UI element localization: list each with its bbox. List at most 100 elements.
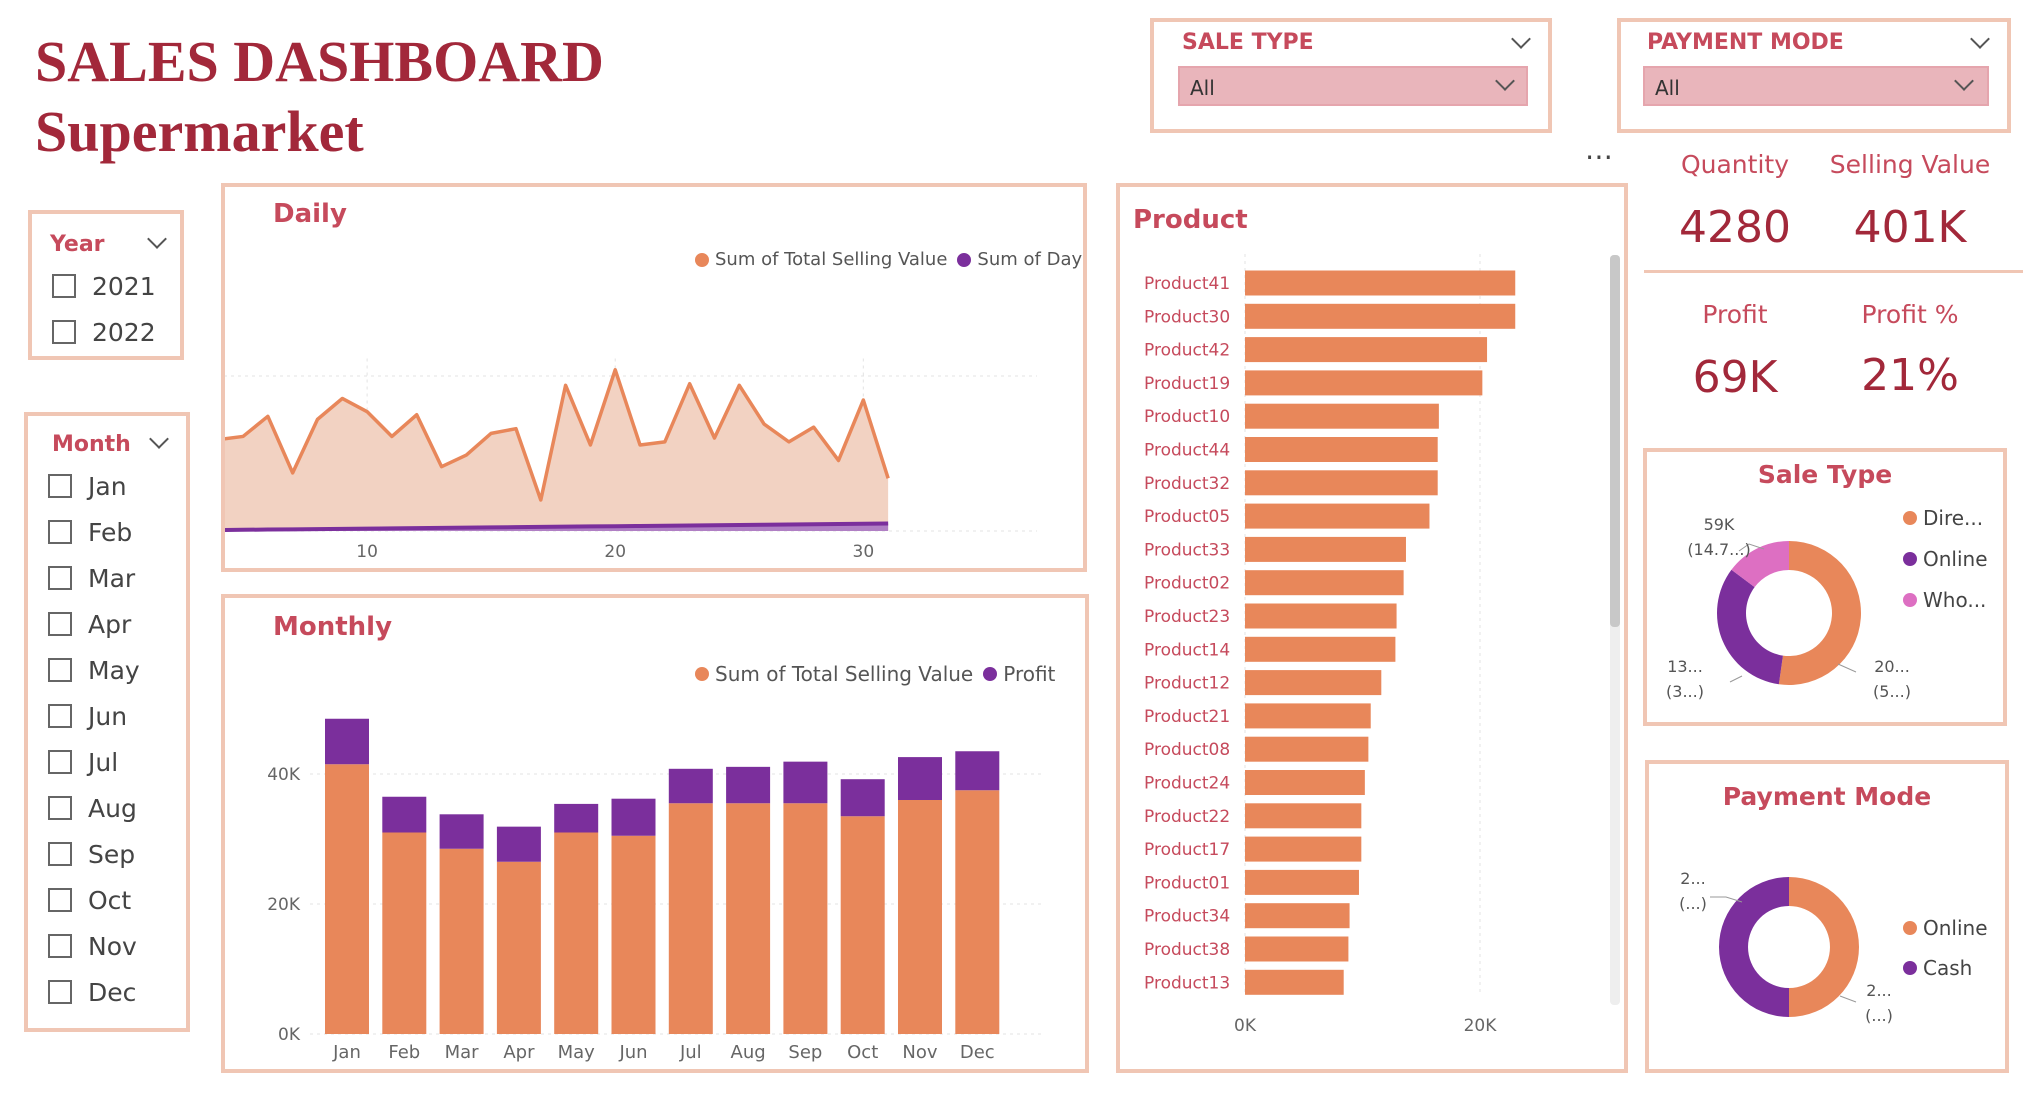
- month-option[interactable]: Mar: [48, 558, 135, 598]
- product-bar: [1245, 903, 1350, 929]
- y-tick-label: Product21: [1144, 707, 1230, 727]
- checkbox[interactable]: [48, 934, 72, 958]
- month-option[interactable]: Sep: [48, 834, 135, 874]
- x-tick-label: Mar: [445, 1042, 480, 1063]
- checkbox[interactable]: [48, 474, 72, 498]
- kpi-panel: Quantity 4280 Selling Value 401K Profit …: [1640, 140, 2023, 440]
- checkbox[interactable]: [52, 274, 76, 298]
- bar-selling-value: [668, 803, 713, 1034]
- leader-line: [1729, 675, 1743, 683]
- y-tick-label: 20K: [267, 895, 301, 915]
- product-bar: [1245, 936, 1349, 962]
- product-bar: [1245, 770, 1365, 795]
- bar-profit: [611, 798, 656, 836]
- y-tick-label: Product33: [1144, 540, 1230, 560]
- y-tick-label: 0K: [278, 1025, 301, 1045]
- x-tick-label: 20K: [1464, 1016, 1498, 1036]
- monthly-chart-panel: Monthly Sum of Total Selling Value Profi…: [221, 594, 1089, 1073]
- chevron-down-icon[interactable]: [1970, 29, 1990, 49]
- checkbox[interactable]: [48, 520, 72, 544]
- x-tick-label: 30: [853, 542, 875, 562]
- sale-type-filter: SALE TYPE All: [1150, 18, 1552, 133]
- payment-mode-filter: PAYMENT MODE All: [1617, 18, 2011, 133]
- y-tick-label: Product30: [1144, 307, 1230, 327]
- checkbox[interactable]: [48, 888, 72, 912]
- product-bar-chart: 0K 20K Product41 Product30 Product42 Product1…: [1144, 254, 1516, 1036]
- month-option[interactable]: Apr: [48, 604, 131, 644]
- checkbox[interactable]: [48, 796, 72, 820]
- x-tick-label: Sep: [788, 1042, 822, 1063]
- checkbox[interactable]: [48, 980, 72, 1004]
- year-option[interactable]: 2022: [52, 312, 156, 352]
- sale-type-dropdown[interactable]: All: [1178, 66, 1528, 106]
- year-option[interactable]: 2021: [52, 266, 156, 306]
- sale-type-chart-panel: Sale Type 59K (14.7...) 13... (3...) 20...…: [1643, 448, 2007, 726]
- scrollbar[interactable]: [1610, 255, 1620, 1005]
- month-option[interactable]: Feb: [48, 512, 132, 552]
- y-tick-label: Product41: [1144, 274, 1230, 294]
- bar-profit: [668, 768, 713, 804]
- dashboard-title: SALES DASHBOARD: [35, 29, 604, 94]
- checkbox[interactable]: [48, 704, 72, 728]
- bar-profit: [325, 718, 369, 765]
- checkbox[interactable]: [48, 842, 72, 866]
- y-tick-label: Product42: [1144, 341, 1230, 361]
- selling-value-area: [225, 369, 889, 531]
- x-tick-label: Oct: [847, 1042, 878, 1063]
- product-bar: [1245, 270, 1516, 296]
- month-option[interactable]: Dec: [48, 972, 136, 1012]
- y-tick-label: 40K: [267, 765, 301, 785]
- more-options-icon[interactable]: ⋯: [1585, 140, 1615, 173]
- product-bar: [1245, 303, 1516, 329]
- month-option[interactable]: May: [48, 650, 140, 690]
- product-bar: [1245, 370, 1483, 396]
- month-option[interactable]: Jan: [48, 466, 127, 506]
- product-bar: [1245, 603, 1397, 629]
- month-option[interactable]: Jun: [48, 696, 127, 736]
- chevron-down-icon[interactable]: [1511, 29, 1531, 49]
- checkbox[interactable]: [48, 612, 72, 636]
- y-tick-label: Product24: [1144, 774, 1230, 794]
- legend-marker: [1903, 921, 1917, 935]
- checkbox[interactable]: [52, 320, 76, 344]
- profit-value: 69K: [1692, 352, 1778, 403]
- x-tick-label: May: [558, 1042, 596, 1063]
- payment-mode-dropdown-value: All: [1655, 76, 1680, 100]
- month-option[interactable]: Jul: [48, 742, 118, 782]
- quantity-value: 4280: [1679, 202, 1791, 253]
- scrollbar-thumb[interactable]: [1610, 255, 1620, 627]
- chevron-down-icon[interactable]: [149, 429, 169, 449]
- leader-line: [1837, 663, 1857, 673]
- data-label: 13... (3...): [1666, 657, 1704, 701]
- month-option[interactable]: Oct: [48, 880, 131, 920]
- bar-profit: [898, 757, 942, 800]
- checkbox[interactable]: [48, 658, 72, 682]
- donut-slice: [1778, 541, 1861, 685]
- month-option[interactable]: Aug: [48, 788, 137, 828]
- checkbox[interactable]: [48, 750, 72, 774]
- bar-profit: [783, 761, 828, 804]
- month-option[interactable]: Nov: [48, 926, 137, 966]
- y-tick-label: Product14: [1144, 640, 1230, 660]
- product-bar: [1245, 836, 1362, 862]
- y-tick-label: Product32: [1144, 474, 1230, 494]
- payment-mode-dropdown[interactable]: All: [1643, 66, 1989, 106]
- x-tick-label: Apr: [503, 1042, 535, 1063]
- bar-selling-value: [496, 861, 541, 1034]
- bar-selling-value: [325, 764, 369, 1034]
- x-tick-label: 0K: [1234, 1016, 1257, 1036]
- legend-item: Who...: [1903, 588, 1986, 612]
- product-bar: [1245, 437, 1438, 462]
- sale-type-filter-label: SALE TYPE: [1182, 30, 1314, 55]
- product-bar: [1245, 670, 1382, 696]
- selling-value-value: 401K: [1853, 202, 1967, 253]
- chevron-down-icon[interactable]: [147, 229, 167, 249]
- checkbox[interactable]: [48, 566, 72, 590]
- x-tick-label: 20: [604, 542, 626, 562]
- bar-profit: [554, 803, 599, 833]
- y-tick-label: Product22: [1144, 807, 1230, 827]
- product-bar: [1245, 337, 1488, 363]
- product-bar: [1245, 570, 1404, 596]
- bar-selling-value: [439, 848, 484, 1034]
- year-slicer-label: Year: [50, 232, 105, 257]
